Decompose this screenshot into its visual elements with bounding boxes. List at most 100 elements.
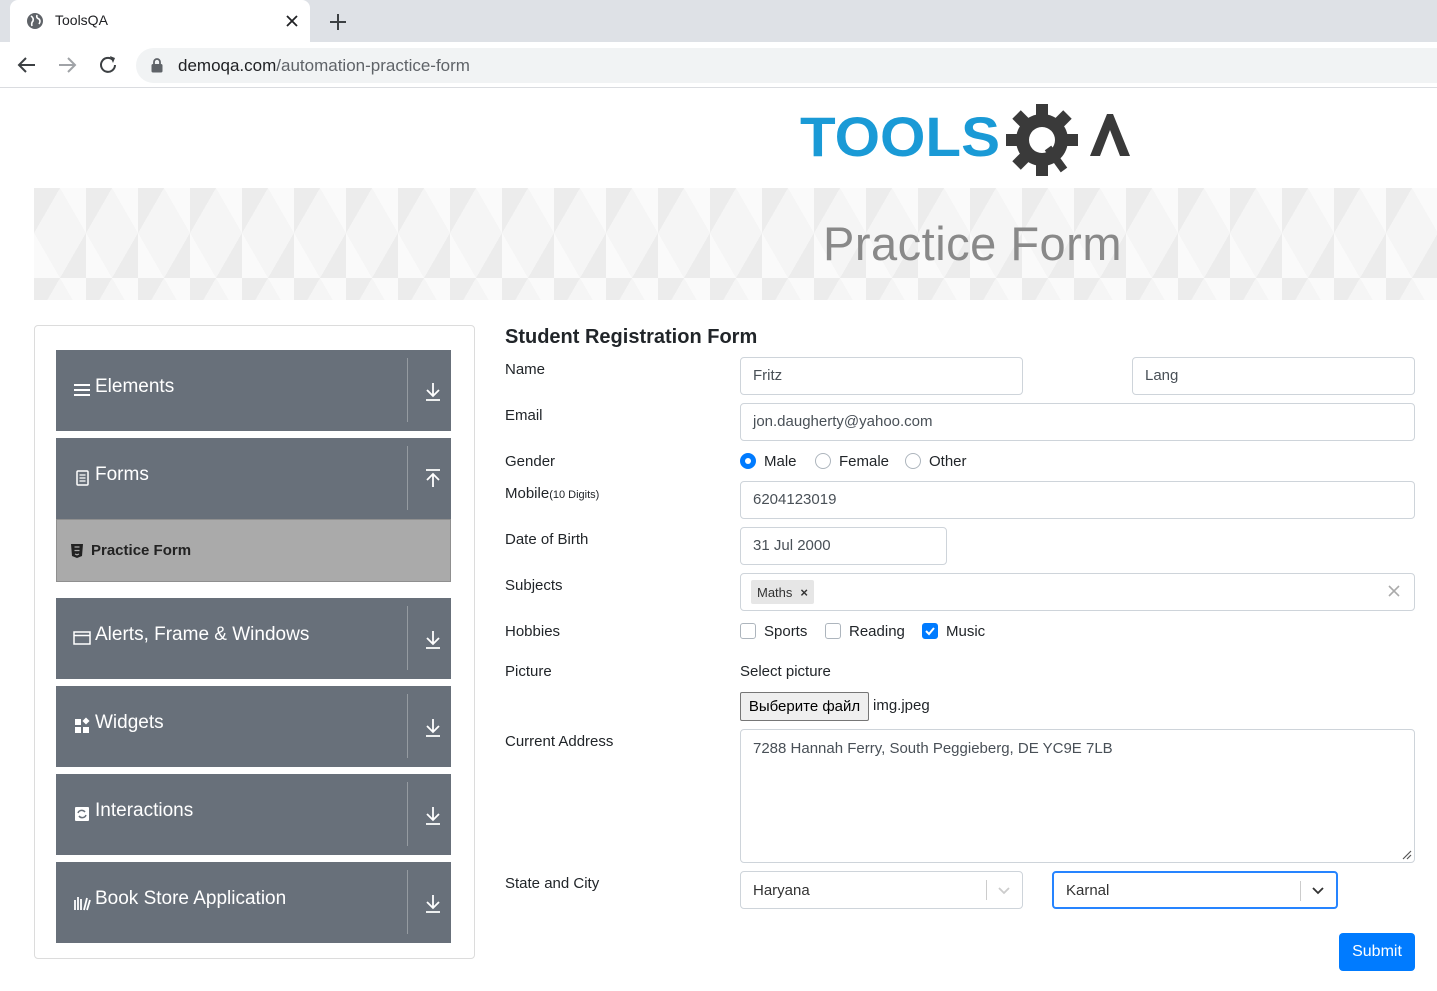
subjects-label: Subjects [505, 577, 563, 594]
close-tab-icon[interactable] [282, 11, 302, 31]
download-arrow-icon[interactable] [423, 804, 443, 826]
divider [407, 870, 408, 934]
lock-icon[interactable] [150, 58, 164, 73]
divider [407, 694, 408, 758]
gender-label: Gender [505, 453, 556, 470]
divider [1300, 881, 1301, 901]
dob-label: Date of Birth [505, 531, 589, 548]
browser-tab-strip: ToolsQA [0, 0, 1437, 42]
url-text: demoqa.com/automation-practice-form [178, 56, 470, 76]
mobile-label-text: Mobile [505, 485, 550, 502]
divider [407, 782, 408, 846]
email-label: Email [505, 407, 543, 424]
sidebar-group-widgets[interactable]: Widgets [56, 686, 451, 767]
hobby-sports-label[interactable]: Sports [764, 623, 807, 640]
resize-handle-icon[interactable] [1400, 848, 1412, 860]
sidebar-group-label: Book Store Application [95, 888, 287, 909]
clear-icon[interactable] [1387, 584, 1401, 598]
globe-icon [27, 13, 43, 29]
gender-other-label[interactable]: Other [929, 453, 967, 470]
subject-chip-label: Maths [757, 585, 793, 600]
checkmark-icon [925, 627, 935, 636]
city-select[interactable]: Karnal [1052, 871, 1338, 909]
sidebar-group-label: Widgets [95, 712, 164, 733]
current-address-textarea[interactable]: 7288 Hannah Ferry, South Peggieberg, DE … [740, 729, 1415, 863]
subject-chip: Maths × [751, 580, 814, 604]
sidebar-group-book-store[interactable]: Book Store Application [56, 862, 451, 943]
state-city-label: State and City [505, 875, 600, 892]
sidebar-group-label: Interactions [95, 800, 194, 821]
mobile-input[interactable]: 6204123019 [740, 481, 1415, 519]
interactions-icon [75, 807, 89, 821]
sidebar-group-label: Alerts, Frame & Windows [95, 624, 310, 645]
url-host: demoqa.com [178, 56, 277, 75]
mobile-hint: (10 Digits) [549, 489, 600, 501]
address-label: Current Address [505, 733, 614, 750]
sidebar-group-forms[interactable]: Forms [56, 438, 451, 519]
gender-other-radio[interactable] [905, 453, 921, 469]
sidebar-item-label: Practice Form [91, 542, 192, 559]
hamburger-icon [74, 384, 90, 396]
picture-label: Picture [505, 663, 552, 680]
sidebar-group-interactions[interactable]: Interactions [56, 774, 451, 855]
reload-icon[interactable] [96, 53, 120, 77]
tab-title: ToolsQA [55, 12, 108, 28]
hobby-reading-checkbox[interactable] [825, 623, 841, 639]
sidebar-group-label: Forms [95, 464, 149, 485]
sidebar-group-elements[interactable]: Elements [56, 350, 451, 431]
date-of-birth-input[interactable]: 31 Jul 2000 [740, 527, 947, 565]
svg-text:TOOLS: TOOLS [800, 105, 1000, 168]
state-select[interactable]: Haryana [740, 871, 1023, 909]
select-picture-label: Select picture [740, 663, 831, 680]
subjects-input[interactable] [740, 573, 1415, 611]
hobby-sports-checkbox[interactable] [740, 623, 756, 639]
sidebar-group-label: Elements [95, 376, 175, 397]
file-name: img.jpeg [873, 697, 930, 714]
address-bar[interactable]: demoqa.com/automation-practice-form [136, 48, 1437, 83]
forward-icon[interactable] [55, 53, 79, 77]
download-arrow-icon[interactable] [423, 716, 443, 738]
sidebar-group-alerts[interactable]: Alerts, Frame & Windows [56, 598, 451, 679]
window-icon [73, 631, 91, 645]
url-path: /automation-practice-form [276, 56, 470, 75]
download-arrow-icon[interactable] [423, 628, 443, 650]
chevron-down-icon[interactable] [996, 883, 1012, 897]
submit-button[interactable]: Submit [1339, 933, 1415, 971]
html5-icon [71, 544, 83, 558]
document-icon [76, 470, 89, 486]
books-icon [74, 897, 91, 911]
divider [407, 358, 408, 422]
sidebar: Elements Forms Practice Form Alerts, Fra… [34, 325, 475, 959]
download-arrow-icon[interactable] [423, 892, 443, 914]
new-tab-icon[interactable] [326, 10, 350, 34]
back-icon[interactable] [15, 53, 39, 77]
gender-male-label[interactable]: Male [764, 453, 797, 470]
toolsqa-logo[interactable]: TOOLS [800, 100, 1130, 182]
download-arrow-icon[interactable] [423, 380, 443, 402]
email-input[interactable]: jon.daugherty@yahoo.com [740, 403, 1415, 441]
remove-chip-icon[interactable]: × [800, 585, 808, 600]
first-name-input[interactable]: Fritz [740, 357, 1023, 395]
browser-tab[interactable]: ToolsQA [10, 0, 310, 42]
hobby-reading-label[interactable]: Reading [849, 623, 905, 640]
chevron-down-icon[interactable] [1310, 883, 1326, 897]
sidebar-item-practice-form[interactable]: Practice Form [56, 519, 451, 582]
name-label: Name [505, 361, 546, 378]
city-value: Karnal [1066, 882, 1110, 899]
divider [407, 446, 408, 510]
hobbies-label: Hobbies [505, 623, 561, 640]
upload-arrow-icon[interactable] [423, 468, 443, 490]
page-banner: Practice Form [34, 188, 1437, 300]
hobby-music-checkbox[interactable] [922, 623, 938, 639]
hobby-music-label[interactable]: Music [946, 623, 985, 640]
mobile-label: Mobile(10 Digits) [505, 485, 599, 502]
page-title: Practice Form [823, 217, 1122, 270]
gender-female-label[interactable]: Female [839, 453, 889, 470]
divider [986, 880, 987, 900]
state-value: Haryana [753, 882, 810, 899]
browser-toolbar: demoqa.com/automation-practice-form [0, 42, 1437, 88]
gender-male-radio[interactable] [740, 453, 756, 469]
last-name-input[interactable]: Lang [1132, 357, 1415, 395]
gender-female-radio[interactable] [815, 453, 831, 469]
choose-file-button[interactable]: Выберите файл [740, 692, 869, 721]
